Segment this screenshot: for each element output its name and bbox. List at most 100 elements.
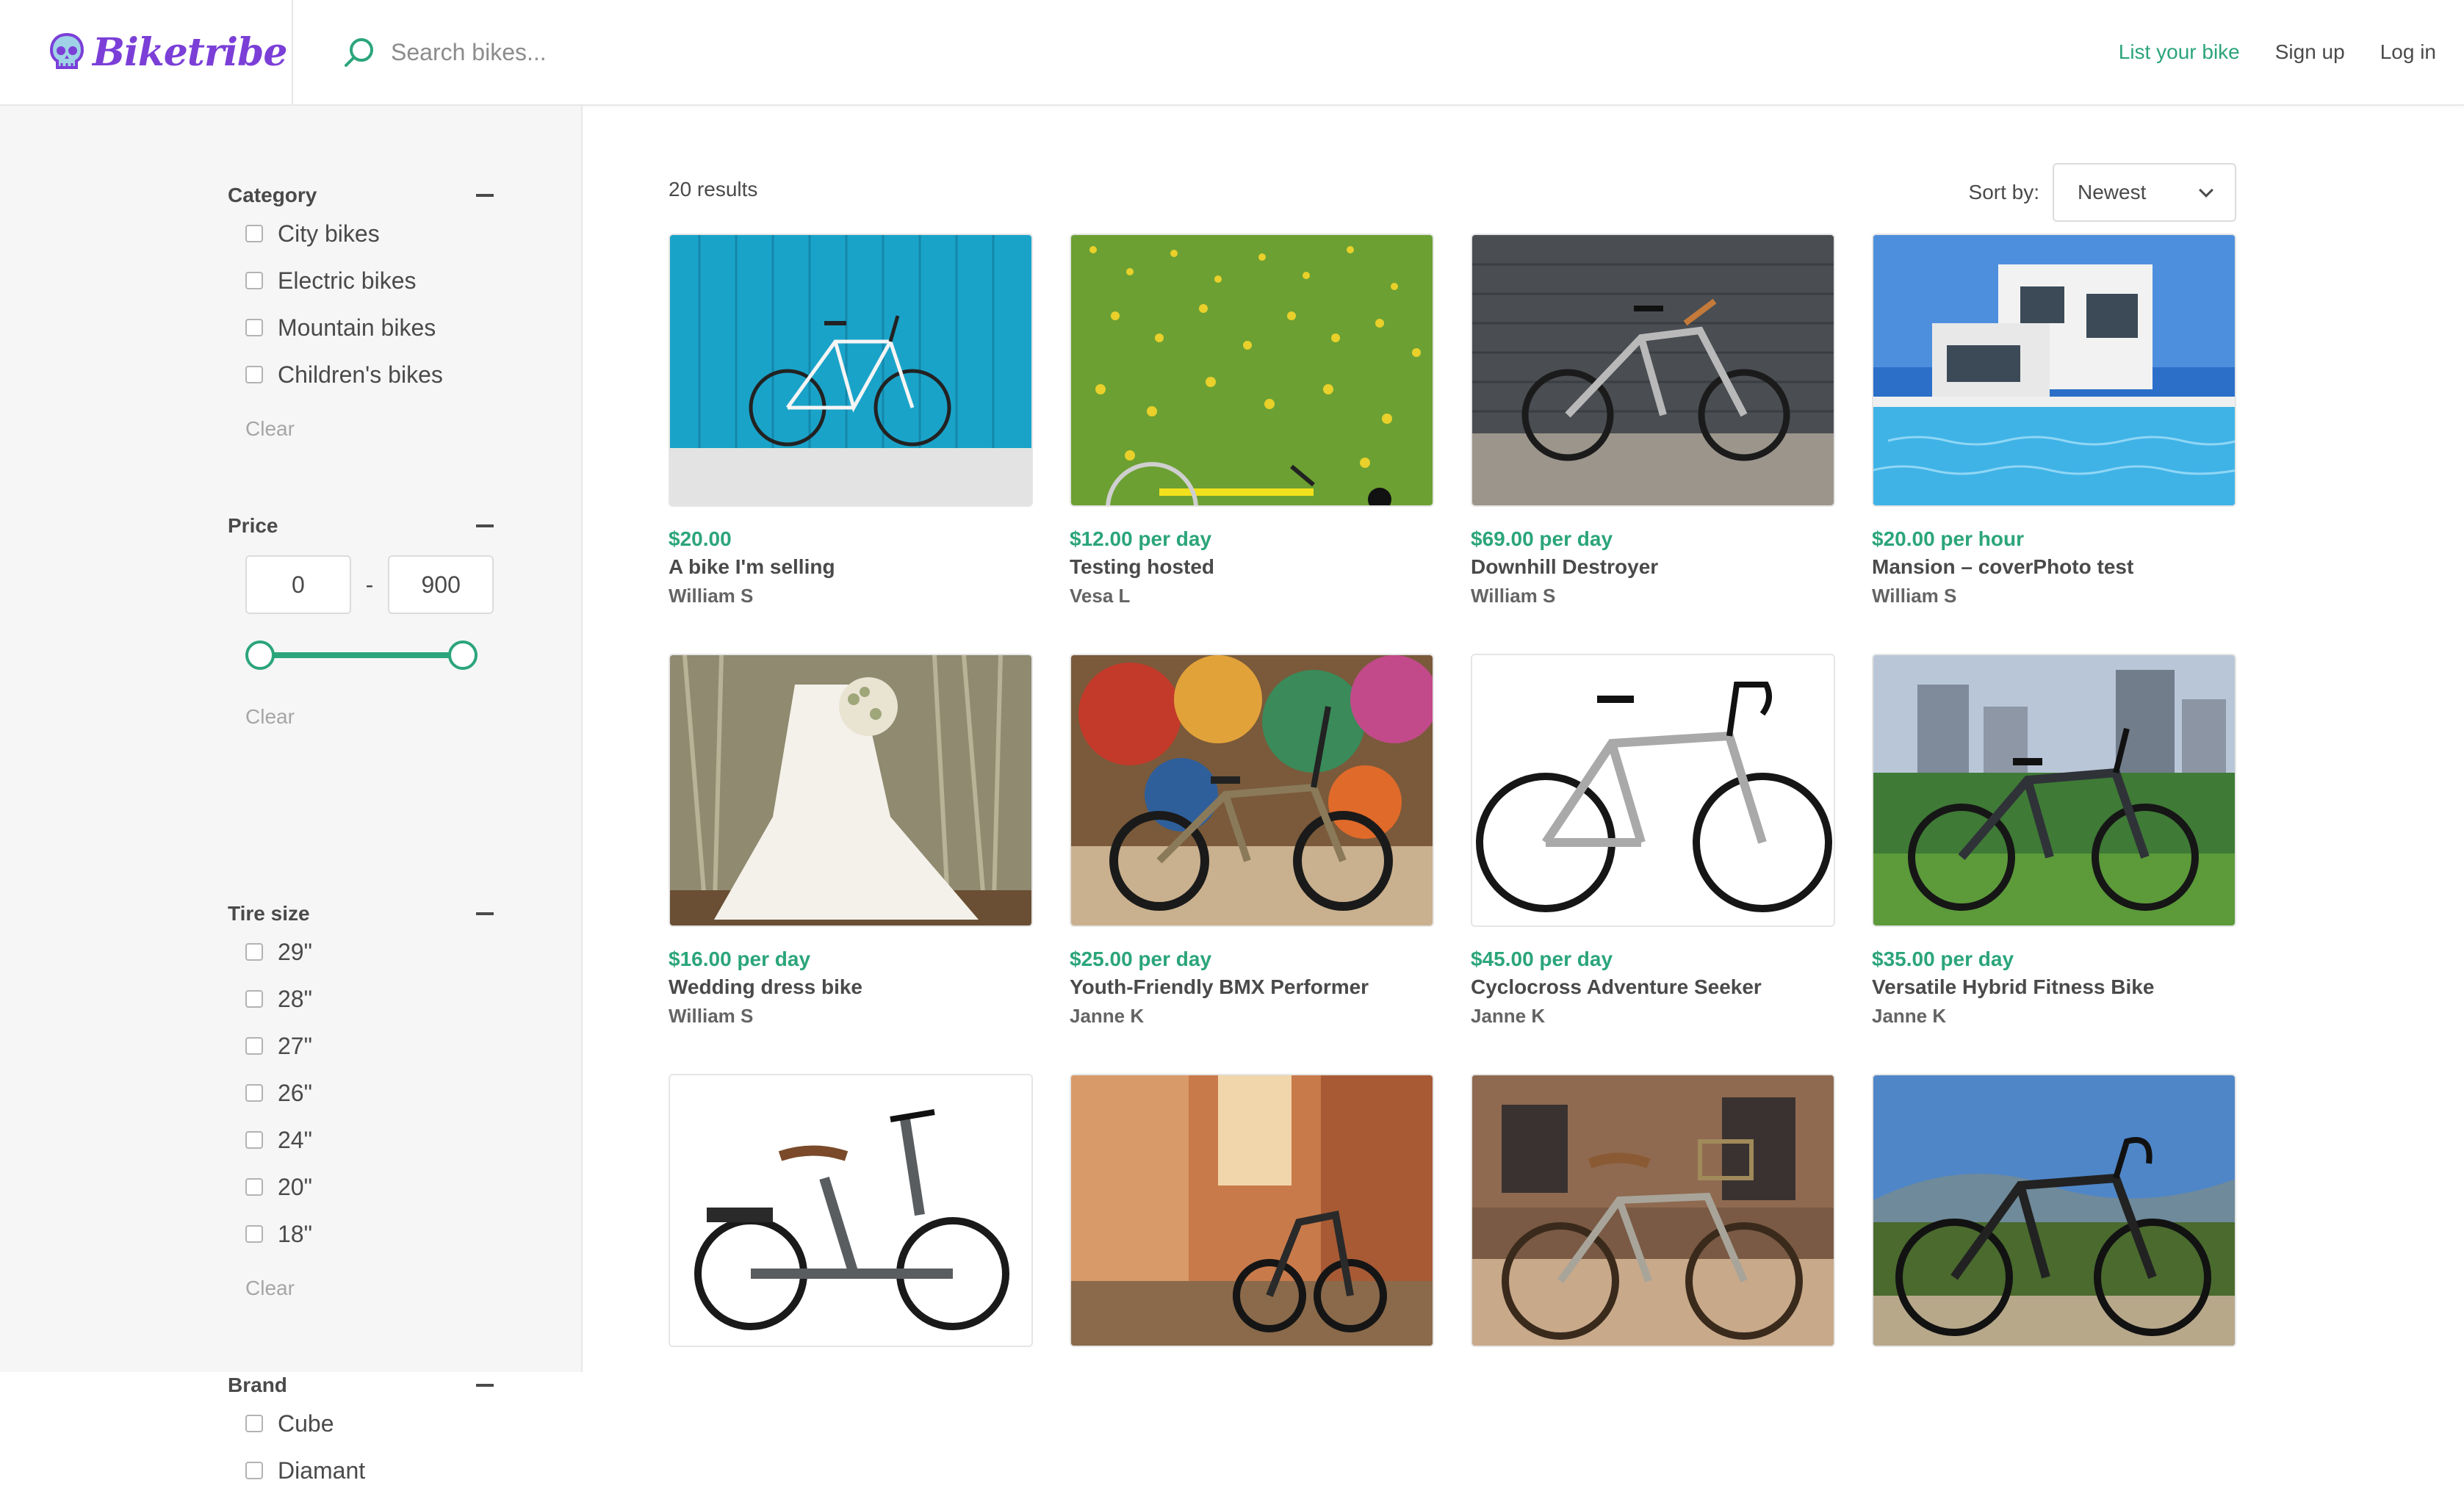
checkbox[interactable] (245, 1084, 263, 1102)
listing-title[interactable]: Mansion – coverPhoto test (1872, 555, 2236, 579)
listing-card[interactable]: $16.00 per day Wedding dress bike Willia… (669, 654, 1033, 1028)
price-unit: per day (1940, 948, 2014, 970)
listing-title[interactable]: Wedding dress bike (669, 975, 1033, 999)
log-in-link[interactable]: Log in (2380, 40, 2436, 64)
filter-title: Category (228, 184, 317, 206)
listing-card[interactable]: $20.00 A bike I'm selling William S (669, 234, 1033, 607)
list-your-bike-link[interactable]: List your bike (2119, 40, 2240, 64)
brand-option-cube[interactable]: Cube (228, 1400, 494, 1447)
listing-image[interactable] (1471, 234, 1835, 507)
checkbox[interactable] (245, 943, 263, 961)
listing-card[interactable] (669, 1074, 1033, 1347)
listing-image[interactable] (1872, 654, 2236, 927)
checkbox[interactable] (245, 1178, 263, 1196)
collapse-icon[interactable] (476, 194, 494, 197)
listing-title[interactable]: Downhill Destroyer (1471, 555, 1835, 579)
search-bar[interactable] (342, 31, 905, 73)
checkbox[interactable] (245, 1225, 263, 1243)
listing-title[interactable]: Youth-Friendly BMX Performer (1070, 975, 1434, 999)
checkbox[interactable] (245, 366, 263, 383)
slider-max-handle[interactable] (448, 640, 478, 670)
category-option-electric[interactable]: Electric bikes (228, 257, 494, 304)
filter-title: Price (228, 514, 278, 537)
listing-card[interactable] (1471, 1074, 1835, 1347)
tire-option-20[interactable]: 20" (228, 1163, 494, 1210)
listing-title[interactable]: Cyclocross Adventure Seeker (1471, 975, 1835, 999)
tire-option-29[interactable]: 29" (228, 928, 494, 975)
logo[interactable]: Biketribe (0, 0, 293, 104)
price-filter-header[interactable]: Price (228, 511, 494, 541)
checkbox[interactable] (245, 272, 263, 289)
listing-card[interactable]: $25.00 per day Youth-Friendly BMX Perfor… (1070, 654, 1434, 1028)
listing-author: William S (1471, 585, 1556, 607)
collapse-icon[interactable] (476, 912, 494, 915)
listing-image[interactable] (1070, 234, 1434, 507)
listing-card[interactable] (1070, 1074, 1434, 1347)
listing-title[interactable]: A bike I'm selling (669, 555, 1033, 579)
tire-size-clear-button[interactable]: Clear (228, 1277, 494, 1300)
listing-price: $16.00 per day (669, 948, 1033, 971)
price-unit: per day (1539, 527, 1613, 550)
collapse-icon[interactable] (476, 1384, 494, 1387)
listing-card[interactable]: $20.00 per hour Mansion – coverPhoto tes… (1872, 234, 2236, 607)
brand-option-diamant[interactable]: Diamant (228, 1447, 494, 1494)
filter-title: Tire size (228, 902, 310, 925)
listing-price: $20.00 per hour (1872, 527, 2236, 551)
category-option-mountain[interactable]: Mountain bikes (228, 304, 494, 351)
sort-control: Sort by: Newest (1969, 163, 2236, 222)
listing-price: $35.00 per day (1872, 948, 2236, 971)
category-clear-button[interactable]: Clear (228, 417, 494, 441)
sort-select[interactable]: Newest (2053, 163, 2236, 222)
listing-image[interactable] (669, 1074, 1033, 1347)
price-range-slider[interactable] (245, 640, 478, 670)
search-input[interactable] (391, 38, 905, 66)
listing-image[interactable] (669, 234, 1033, 507)
checkbox[interactable] (245, 1037, 263, 1055)
listing-card[interactable]: $35.00 per day Versatile Hybrid Fitness … (1872, 654, 2236, 1028)
tire-option-26[interactable]: 26" (228, 1069, 494, 1116)
tire-option-27[interactable]: 27" (228, 1022, 494, 1069)
collapse-icon[interactable] (476, 524, 494, 527)
sign-up-link[interactable]: Sign up (2275, 40, 2345, 64)
slider-min-handle[interactable] (245, 640, 275, 670)
listing-card[interactable]: $69.00 per day Downhill Destroyer Willia… (1471, 234, 1835, 607)
top-bar: Biketribe List your bike Sign up Log in (0, 0, 2464, 106)
tire-option-18[interactable]: 18" (228, 1210, 494, 1257)
category-filter-header[interactable]: Category (228, 181, 494, 210)
brand-filter-header[interactable]: Brand (228, 1371, 494, 1400)
tire-option-28[interactable]: 28" (228, 975, 494, 1022)
price-amount: $20.00 (669, 527, 732, 550)
category-option-city[interactable]: City bikes (228, 210, 494, 257)
listing-title[interactable]: Versatile Hybrid Fitness Bike (1872, 975, 2236, 999)
price-clear-button[interactable]: Clear (228, 705, 494, 729)
listing-image[interactable] (1872, 1074, 2236, 1347)
checkbox[interactable] (245, 1415, 263, 1432)
listing-card[interactable]: $45.00 per day Cyclocross Adventure Seek… (1471, 654, 1835, 1028)
listing-card[interactable] (1872, 1074, 2236, 1347)
listing-image[interactable] (1070, 654, 1434, 927)
listing-image[interactable] (1471, 1074, 1835, 1347)
category-option-children[interactable]: Children's bikes (228, 351, 494, 398)
listing-author: William S (669, 1005, 754, 1027)
option-label: Cube (278, 1410, 334, 1437)
tire-option-24[interactable]: 24" (228, 1116, 494, 1163)
checkbox[interactable] (245, 319, 263, 336)
listing-image[interactable] (1070, 1074, 1434, 1347)
listing-image[interactable] (669, 654, 1033, 927)
listing-image[interactable] (1471, 654, 1835, 927)
price-min-input[interactable]: 0 (245, 555, 351, 614)
checkbox[interactable] (245, 990, 263, 1008)
listing-image[interactable] (1872, 234, 2236, 507)
listing-price: $25.00 per day (1070, 948, 1434, 971)
option-label: 29" (278, 938, 312, 965)
checkbox[interactable] (245, 1462, 263, 1479)
listing-card[interactable]: $12.00 per day Testing hosted Vesa L (1070, 234, 1434, 607)
checkbox[interactable] (245, 1131, 263, 1149)
option-label: 28" (278, 985, 312, 1012)
checkbox[interactable] (245, 225, 263, 242)
price-amount: $69.00 (1471, 527, 1534, 550)
price-max-input[interactable]: 900 (388, 555, 494, 614)
filter-title: Brand (228, 1374, 287, 1396)
listing-title[interactable]: Testing hosted (1070, 555, 1434, 579)
tire-size-filter-header[interactable]: Tire size (228, 899, 494, 928)
